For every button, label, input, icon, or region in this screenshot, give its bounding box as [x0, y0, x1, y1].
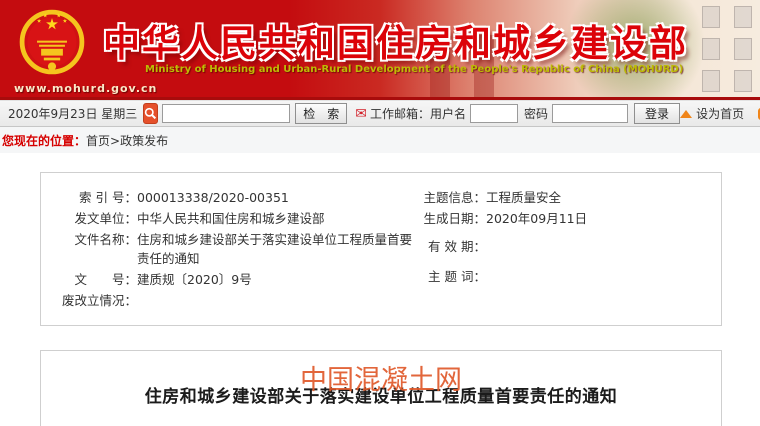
set-home-icon: [680, 109, 693, 118]
meta-value: [137, 291, 414, 310]
meta-label: 文 号：: [74, 272, 137, 287]
site-subtitle-english: Ministry of Housing and Urban-Rural Deve…: [145, 64, 684, 75]
search-submit-button[interactable]: 检 索: [295, 103, 348, 124]
meta-label: 主 题 词：: [428, 269, 486, 284]
login-button[interactable]: 登录: [634, 103, 681, 124]
document-meta-box: 索 引 号： 000013338/2020-00351 发文单位： 中华人民共和…: [40, 172, 722, 326]
watermark-text: 中国混凝土网: [300, 365, 462, 396]
meta-row-topic-info: 主题信息： 工程质量安全: [414, 188, 711, 207]
meta-value: 中华人民共和国住房和城乡建设部: [137, 211, 325, 226]
meta-row-file-name: 文件名称： 住房和城乡建设部关于落实建设单位工程质量首要责任的通知: [51, 230, 414, 268]
password-label: 密码: [524, 107, 549, 121]
meta-row-doc-number: 文 号： 建质规〔2020〕9号: [51, 270, 414, 289]
meta-row-keywords: 主 题 词：: [414, 267, 711, 286]
meta-label: 废改立情况：: [61, 293, 137, 308]
meta-value: 工程质量安全: [486, 190, 562, 205]
meta-value: [486, 267, 711, 286]
meta-value: 2020年09月11日: [486, 211, 588, 226]
meta-row-issuing-unit: 发文单位： 中华人民共和国住房和城乡建设部: [51, 209, 414, 228]
meta-row-generated-date: 生成日期： 2020年09月11日: [414, 209, 711, 228]
meta-label: 生成日期：: [423, 211, 486, 226]
meta-row-index-number: 索 引 号： 000013338/2020-00351: [51, 188, 414, 207]
date-text: 2020年9月23日 星期三: [8, 107, 138, 121]
meta-label: 索 引 号：: [79, 190, 137, 205]
breadcrumb-path[interactable]: 首页>政策发布: [86, 132, 168, 149]
work-mail-username-label: 工作邮箱：用户名: [370, 107, 467, 121]
national-emblem-icon: [18, 6, 86, 82]
site-url: www.mohurd.gov.cn: [14, 82, 158, 95]
username-input[interactable]: [470, 104, 519, 123]
meta-label: 文件名称：: [74, 232, 137, 247]
meta-label: 主题信息：: [423, 190, 486, 205]
page: www.mohurd.gov.cn 中华人民共和国住房和城乡建设部 Minist…: [0, 0, 760, 426]
breadcrumb: 您现在的位置： 首页>政策发布: [0, 127, 760, 153]
site-title: 中华人民共和国住房和城乡建设部: [103, 22, 688, 65]
set-home-link[interactable]: 设为首页: [696, 105, 744, 122]
meta-value: 住房和城乡建设部关于落实建设单位工程质量首要责任的通知: [137, 232, 413, 266]
mail-envelope-icon: ✉: [355, 105, 368, 122]
meta-column-left: 索 引 号： 000013338/2020-00351 发文单位： 中华人民共和…: [51, 188, 414, 312]
meta-column-right: 主题信息： 工程质量安全 生成日期： 2020年09月11日 有 效 期： 主 …: [414, 188, 711, 312]
toolbar: 2020年9月23日 星期三 检 索 ✉ 工作邮箱：用户名 密码 登录 设为首页…: [0, 100, 760, 127]
magnifier-icon: [145, 107, 157, 120]
meta-value: 000013338/2020-00351: [137, 190, 289, 205]
meta-label: 发文单位：: [74, 211, 137, 226]
meta-row-repeal-status: 废改立情况：: [51, 291, 414, 310]
meta-value: [486, 237, 711, 256]
password-input[interactable]: [552, 104, 629, 123]
site-header: www.mohurd.gov.cn 中华人民共和国住房和城乡建设部 Minist…: [0, 0, 760, 100]
meta-row-validity: 有 效 期：: [414, 237, 711, 256]
document-title-box: 中国混凝土网 住房和城乡建设部关于落实建设单位工程质量首要责任的通知: [40, 350, 722, 426]
header-building-windows: [702, 6, 752, 92]
meta-value: 建质规〔2020〕9号: [137, 272, 252, 287]
search-icon-button[interactable]: [143, 103, 159, 124]
meta-label: 有 效 期：: [428, 239, 486, 254]
search-input[interactable]: [162, 104, 291, 123]
breadcrumb-prefix: 您现在的位置：: [2, 133, 87, 148]
